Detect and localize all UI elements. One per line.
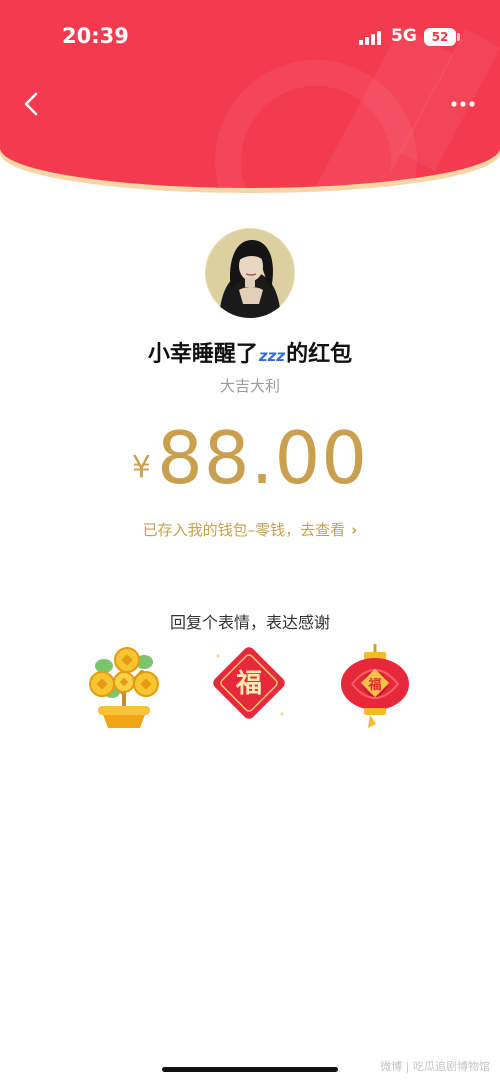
red-lantern-icon: 福: [341, 644, 409, 728]
avatar-image: [205, 228, 295, 318]
fu-text: 福: [235, 669, 262, 699]
fu-sticker[interactable]: 福: [208, 642, 290, 732]
more-button[interactable]: [446, 92, 480, 116]
watermark: 微博 | 吃瓜追剧博物馆: [380, 1060, 490, 1073]
fu-character-icon: 福: [213, 647, 285, 719]
sender-name: 小幸睡醒了: [147, 342, 258, 367]
money-tree-icon: [89, 647, 159, 728]
red-packet-header: 20:39 5G 52: [0, 0, 500, 188]
sender-suffix: 的红包: [286, 342, 353, 367]
currency-symbol: ¥: [131, 450, 151, 485]
amount-row: ¥88.00: [0, 416, 500, 500]
avatar[interactable]: [205, 228, 295, 318]
chevron-left-icon: [24, 92, 38, 116]
svg-text:福: 福: [367, 677, 381, 693]
ellipsis-icon: [451, 101, 475, 107]
home-indicator[interactable]: [162, 1067, 338, 1072]
status-time: 20:39: [62, 24, 129, 48]
sender-title: 小幸睡醒了zzz的红包: [0, 336, 500, 368]
battery-tip: [457, 33, 460, 41]
wallet-link[interactable]: 已存入我的钱包–零钱，去查看 ›: [0, 519, 500, 540]
chevron-right-icon: ›: [351, 521, 358, 539]
signal-icon: [359, 31, 383, 45]
battery-icon: 52: [424, 28, 456, 46]
back-button[interactable]: [16, 88, 48, 120]
wallet-link-text: 已存入我的钱包–零钱，去查看: [142, 521, 346, 539]
network-label: 5G: [391, 26, 417, 46]
lantern-sticker[interactable]: 福: [334, 642, 416, 732]
money-tree-sticker[interactable]: [84, 642, 166, 732]
blessing-text: 大吉大利: [219, 377, 280, 395]
sleep-zzz-icon: zzz: [258, 347, 286, 365]
amount-value: 88.00: [156, 416, 369, 500]
reply-prompt: 回复个表情，表达感谢: [169, 613, 330, 632]
